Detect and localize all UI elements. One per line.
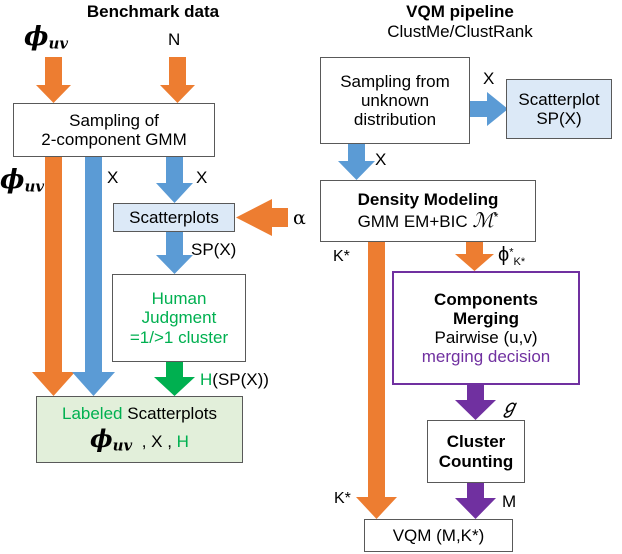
components-merging-box: Components Merging Pairwise (u,v) mergin… bbox=[392, 271, 580, 385]
cluster-counting-box: Cluster Counting bbox=[427, 420, 525, 483]
edge-label-m: M bbox=[502, 492, 517, 511]
density-modeling-line2: GMM EM+BIC ℳ* bbox=[357, 208, 499, 233]
cluster-counting-line1: Cluster bbox=[446, 432, 506, 452]
arrow-g-to-cluster bbox=[455, 385, 496, 420]
human-judgment-line2: Judgment bbox=[141, 308, 217, 328]
labeled-scatterplots-box: Labeled Scatterplots ϕuv , X , H bbox=[36, 396, 243, 463]
arrow-x-to-density bbox=[338, 144, 375, 180]
labeled-scatterplots-line2: ϕuv , X , H bbox=[90, 424, 189, 455]
edge-label-spx: SP(X) bbox=[191, 240, 237, 259]
arrow-h-to-labeled bbox=[154, 362, 195, 396]
sampling-unknown-line3: distribution bbox=[353, 110, 437, 130]
edge-label-kstar-bottom: K* bbox=[334, 490, 351, 507]
sampling-gmm-box: Sampling of 2-component GMM bbox=[13, 103, 215, 157]
sampling-gmm-line2: 2-component GMM bbox=[41, 130, 187, 149]
edge-label-x-left: X bbox=[107, 168, 119, 187]
arrow-x-to-scatterplot-right bbox=[470, 92, 508, 126]
scatterplot-spx-box: Scatterplot SP(X) bbox=[506, 79, 612, 139]
components-merging-line1: Components bbox=[434, 289, 538, 309]
density-modeling-line1: Density Modeling bbox=[357, 190, 499, 210]
arrow-x-long-to-labeled bbox=[72, 157, 115, 396]
arrow-alpha-to-scatterplots bbox=[236, 199, 288, 236]
components-merging-line3: Pairwise (u,v) bbox=[434, 328, 538, 347]
density-modeling-box: Density Modeling GMM EM+BIC ℳ* bbox=[320, 180, 536, 242]
input-phi-label: ϕuv bbox=[24, 22, 69, 53]
phi-side-label: ϕuv bbox=[0, 165, 45, 196]
arrow-phi-kstar-to-merging bbox=[455, 242, 494, 271]
human-judgment-box: Human Judgment =1/>1 cluster bbox=[112, 274, 246, 362]
sampling-unknown-box: Sampling from unknown distribution bbox=[320, 57, 470, 144]
alpha-label: α bbox=[293, 207, 306, 229]
cluster-counting-line2: Counting bbox=[438, 451, 514, 471]
edge-label-hspx: H(SP(X)) bbox=[200, 370, 269, 389]
scatterplot-spx-line1: Scatterplot bbox=[518, 89, 600, 109]
labeled-scatterplots-line1: Labeled Scatterplots bbox=[61, 404, 217, 424]
edge-label-x-top-right: X bbox=[483, 69, 495, 88]
arrow-spx-to-human bbox=[156, 232, 193, 274]
diagram-canvas: Benchmark data ϕuv N Sampling of 2-compo… bbox=[0, 0, 622, 554]
input-n-label: N bbox=[168, 30, 181, 49]
scatterplots-box: Scatterplots bbox=[113, 203, 235, 232]
vqm-label: VQM (M,K*) bbox=[392, 525, 485, 545]
right-panel-subtitle: ClustMe/ClustRank bbox=[387, 22, 533, 41]
arrow-phi-to-sampling bbox=[36, 57, 71, 103]
edge-label-script-g: ℊ bbox=[500, 396, 520, 418]
arrow-x-to-scatterplots bbox=[156, 157, 193, 203]
sampling-unknown-line2: unknown bbox=[360, 90, 430, 110]
edge-label-x-right: X bbox=[196, 168, 208, 187]
components-merging-line4: merging decision bbox=[421, 347, 551, 367]
human-judgment-line1: Human bbox=[151, 289, 207, 309]
left-panel-title: Benchmark data bbox=[86, 2, 220, 21]
scatterplot-spx-line2: SP(X) bbox=[536, 109, 582, 128]
right-panel-title: VQM pipeline bbox=[406, 2, 514, 21]
human-judgment-line3: =1/>1 cluster bbox=[129, 327, 229, 347]
edge-label-phi-kstar: ϕ*K* bbox=[498, 244, 526, 268]
edge-label-x-down-right: X bbox=[375, 150, 387, 169]
components-merging-line2: Merging bbox=[452, 308, 520, 328]
edge-label-kstar-top: K* bbox=[333, 248, 350, 265]
arrow-n-to-sampling bbox=[160, 57, 195, 103]
sampling-gmm-line1: Sampling of bbox=[69, 110, 159, 130]
arrow-kstar-to-vqm bbox=[356, 242, 397, 519]
vqm-box: VQM (M,K*) bbox=[364, 519, 513, 552]
scatterplots-label: Scatterplots bbox=[129, 207, 219, 227]
arrow-m-to-vqm bbox=[455, 483, 496, 519]
sampling-unknown-line1: Sampling from bbox=[340, 71, 450, 91]
